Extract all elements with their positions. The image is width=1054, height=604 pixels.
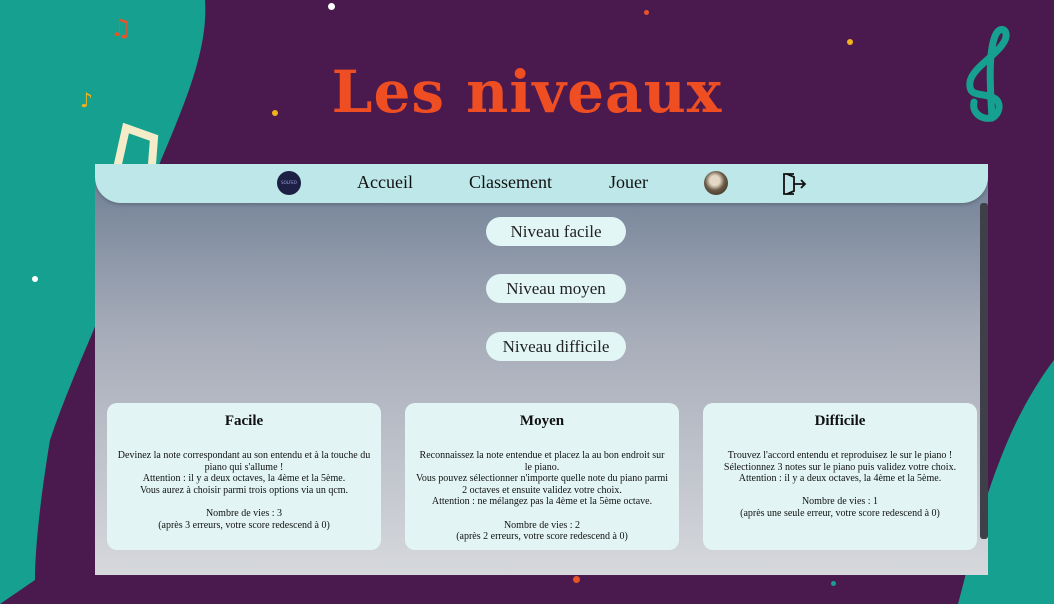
card-title: Difficile [814,413,866,429]
card-description: Reconnaissez la note entendue et placez … [405,450,679,543]
card-facile: Facile Devinez la note correspondant au … [107,403,381,550]
card-line: Nombre de vies : 2 [503,519,581,531]
medium-level-button[interactable]: Niveau moyen [486,274,626,303]
card-line: Reconnaissez la note entendue et placez … [419,450,665,473]
decor-dot [328,3,335,10]
card-moyen: Moyen Reconnaissez la note entendue et p… [405,403,679,550]
card-line: (après 3 erreurs, votre score redescend … [158,519,330,531]
card-line: Vous pouvez sélectionner n'importe quell… [415,473,669,496]
card-line [415,508,669,520]
decor-dot [573,576,580,583]
card-line: (après 2 erreurs, votre score redescend … [456,531,628,543]
card-title: Moyen [519,413,565,429]
music-note-icon [114,122,159,164]
card-line: Attention : il y a deux octaves, la 4ème… [142,473,346,485]
decor-dot [831,581,836,586]
music-note-icon: ♫ [110,14,132,42]
card-line: Nombre de vies : 3 [205,507,283,519]
hard-level-button[interactable]: Niveau difficile [486,332,626,361]
card-line: Vous aurez à choisir parmi trois options… [139,484,349,496]
card-difficile: Difficile Trouvez l'accord entendu et re… [703,403,977,550]
card-line: Attention : ne mélangez pas la 4ème et l… [431,496,653,508]
avatar[interactable] [704,171,728,195]
nav-link-accueil[interactable]: Accueil [357,172,413,193]
card-line: (après une seule erreur, votre score red… [740,507,940,519]
app-frame: SOLFEO Accueil Classement Jouer Niveau f… [95,164,988,575]
navbar: SOLFEO Accueil Classement Jouer [95,164,988,203]
card-description: Devinez la note correspondant au son ent… [107,450,381,531]
card-description: Trouvez l'accord entendu et reproduisez … [703,450,977,520]
nav-link-jouer[interactable]: Jouer [609,172,648,193]
decor-dot [644,10,649,15]
card-line: Trouvez l'accord entendu et reproduisez … [727,450,953,461]
card-line: Nombre de vies : 1 [801,496,879,508]
scrollbar[interactable] [980,203,988,539]
easy-level-button[interactable]: Niveau facile [486,217,626,246]
card-line [713,485,967,497]
card-line: Devinez la note correspondant au son ent… [117,450,371,473]
decor-dot [847,39,853,45]
page-title: Les niveaux [331,58,723,126]
card-line: Sélectionnez 3 notes sur le piano puis v… [723,461,957,473]
card-title: Facile [224,413,264,429]
card-line: Attention : il y a deux octaves, la 4ème… [738,473,942,485]
card-line [117,496,371,508]
decor-dot [32,276,38,282]
logout-icon[interactable] [782,172,808,196]
logo[interactable]: SOLFEO [277,171,301,195]
nav-link-classement[interactable]: Classement [469,172,552,193]
